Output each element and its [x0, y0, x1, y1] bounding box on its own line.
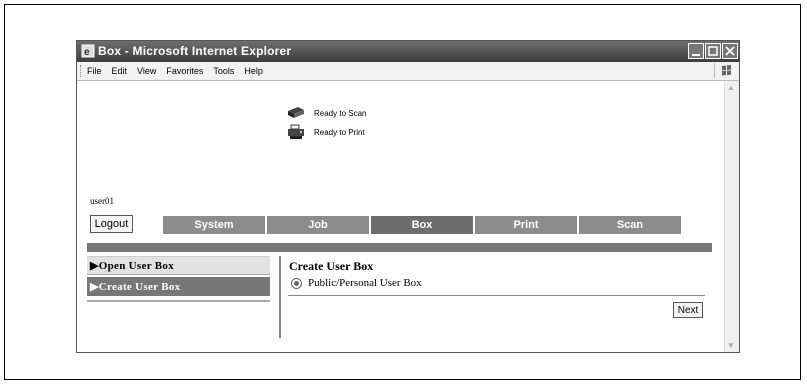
- radio-selected-icon[interactable]: [291, 277, 302, 289]
- close-button[interactable]: [722, 43, 738, 59]
- page-content: Ready to Scan Ready to Print user01 Logo…: [77, 81, 725, 352]
- menu-favorites[interactable]: Favorites: [166, 66, 203, 76]
- printer-icon: [288, 124, 304, 139]
- panel-title: Create User Box: [289, 259, 374, 273]
- left-menu-divider: [87, 300, 270, 302]
- user-name: user01: [90, 196, 114, 206]
- next-button[interactable]: Next: [673, 302, 703, 318]
- header-divider-band: [87, 243, 712, 252]
- vertical-scrollbar[interactable]: ▲ ▼: [724, 81, 739, 352]
- tab-system[interactable]: System: [163, 216, 267, 234]
- scan-status-text: Ready to Scan: [314, 108, 367, 118]
- svg-text:e: e: [84, 47, 90, 58]
- tab-job[interactable]: Job: [267, 216, 371, 234]
- panel-divider-line: [288, 295, 705, 296]
- print-status-text: Ready to Print: [314, 127, 365, 137]
- print-status: Ready to Print: [286, 124, 365, 140]
- scroll-down-icon[interactable]: ▼: [727, 341, 735, 350]
- title-bar: e Box - Microsoft Internet Explorer: [77, 41, 739, 62]
- maximize-icon: [708, 46, 718, 56]
- menu-edit[interactable]: Edit: [112, 66, 128, 76]
- windows-logo-icon: [714, 63, 731, 78]
- menu-tools[interactable]: Tools: [213, 66, 234, 76]
- left-menu: ▶Open User Box ▶Create User Box: [87, 256, 270, 302]
- menu-file[interactable]: File: [87, 66, 102, 76]
- scanner-icon: [288, 107, 304, 118]
- logout-button[interactable]: Logout: [90, 215, 133, 233]
- window-title: Box - Microsoft Internet Explorer: [98, 44, 292, 58]
- tab-print[interactable]: Print: [475, 216, 579, 234]
- tab-scan[interactable]: Scan: [579, 216, 683, 234]
- menu-view[interactable]: View: [137, 66, 156, 76]
- scroll-up-icon[interactable]: ▲: [727, 83, 735, 92]
- public-personal-option[interactable]: Public/Personal User Box: [291, 277, 422, 289]
- minimize-icon: [692, 54, 700, 56]
- internet-explorer-icon: e: [81, 44, 95, 58]
- menu-bar: File Edit View Favorites Tools Help: [77, 62, 739, 81]
- tab-box[interactable]: Box: [371, 216, 475, 234]
- minimize-button[interactable]: [688, 43, 704, 59]
- scan-status: Ready to Scan: [286, 105, 366, 121]
- panel-divider: [279, 256, 281, 338]
- toolbar-grip: [80, 65, 83, 77]
- option-label: Public/Personal User Box: [308, 277, 422, 289]
- menu-help[interactable]: Help: [244, 66, 263, 76]
- main-tabs: System Job Box Print Scan: [163, 216, 683, 234]
- maximize-button[interactable]: [705, 43, 721, 59]
- close-icon: [725, 46, 735, 56]
- menu-create-user-box[interactable]: ▶Create User Box: [87, 277, 270, 296]
- browser-window: e Box - Microsoft Internet Explorer File…: [76, 40, 740, 353]
- menu-open-user-box[interactable]: ▶Open User Box: [87, 256, 270, 275]
